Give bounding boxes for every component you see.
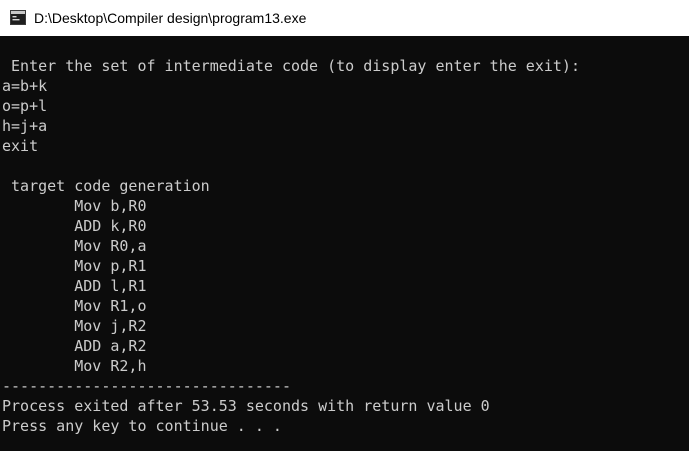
console-output: Enter the set of intermediate code (to d… [2,56,687,436]
console-window: D:\Desktop\Compiler design\program13.exe… [0,0,689,451]
console-line: Mov j,R2 [2,317,147,335]
console-line: exit [2,137,39,155]
console-line: Mov R2,h [2,357,147,375]
console-line: Press any key to continue . . . [2,417,282,435]
console-line: target code generation [2,177,210,195]
console-line: -------------------------------- [2,377,291,395]
console-line: Mov R0,a [2,237,147,255]
console-line: Mov p,R1 [2,257,147,275]
console-line: ADD k,R0 [2,217,147,235]
console-line: o=p+l [2,97,48,115]
console-line: Mov b,R0 [2,197,147,215]
console-line: Mov R1,o [2,297,147,315]
console-line: h=j+a [2,117,48,135]
console-line: a=b+k [2,77,48,95]
console-line: Enter the set of intermediate code (to d… [2,57,580,75]
title-bar[interactable]: D:\Desktop\Compiler design\program13.exe [0,0,689,36]
window-title: D:\Desktop\Compiler design\program13.exe [34,10,307,26]
console-line: ADD a,R2 [2,337,147,355]
console-line: ADD l,R1 [2,277,147,295]
console-app-icon [10,10,26,25]
console-line: Process exited after 53.53 seconds with … [2,397,490,415]
